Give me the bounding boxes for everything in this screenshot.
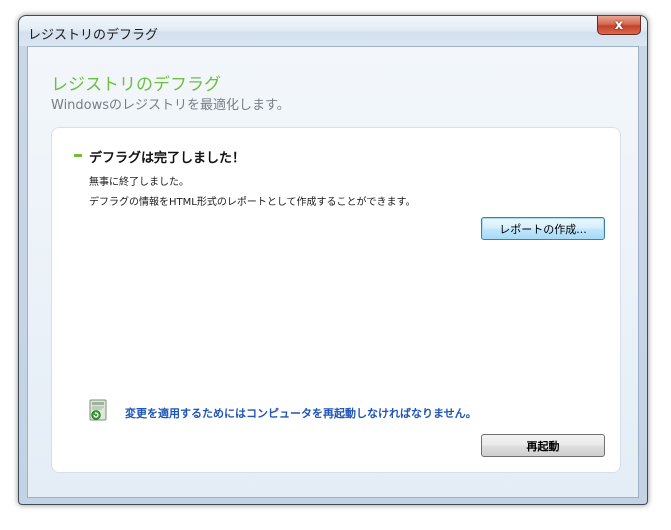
close-button[interactable]: x xyxy=(597,16,641,35)
report-info-message: デフラグの情報をHTML形式のレポートとして作成することができます。 xyxy=(89,197,416,208)
restart-computer-icon xyxy=(89,399,107,421)
status-title: デフラグは完了しました！ xyxy=(89,151,246,166)
close-icon: x xyxy=(614,17,624,33)
window-title: レジストリのデフラグ xyxy=(28,28,159,43)
result-panel: デフラグは完了しました！ 無事に終了しました。 デフラグの情報をHTML形式のレ… xyxy=(51,127,621,473)
create-report-button[interactable]: レポートの作成... xyxy=(481,217,605,240)
page-subtitle: Windowsのレジストリを最適化します。 xyxy=(51,98,290,113)
dialog-window: レジストリのデフラグ x レジストリのデフラグ Windowsのレジストリを最適… xyxy=(18,15,648,505)
restart-required-notice: 変更を適用するためにはコンピュータを再起動しなければなりません。 xyxy=(125,407,477,420)
title-bar[interactable]: レジストリのデフラグ x xyxy=(19,16,647,46)
status-message: 無事に終了しました。 xyxy=(89,177,189,188)
restart-button[interactable]: 再起動 xyxy=(481,434,605,457)
page-title: レジストリのデフラグ xyxy=(51,75,221,95)
status-marker-icon xyxy=(74,154,82,157)
client-area: レジストリのデフラグ Windowsのレジストリを最適化します。 デフラグは完了… xyxy=(27,46,639,498)
